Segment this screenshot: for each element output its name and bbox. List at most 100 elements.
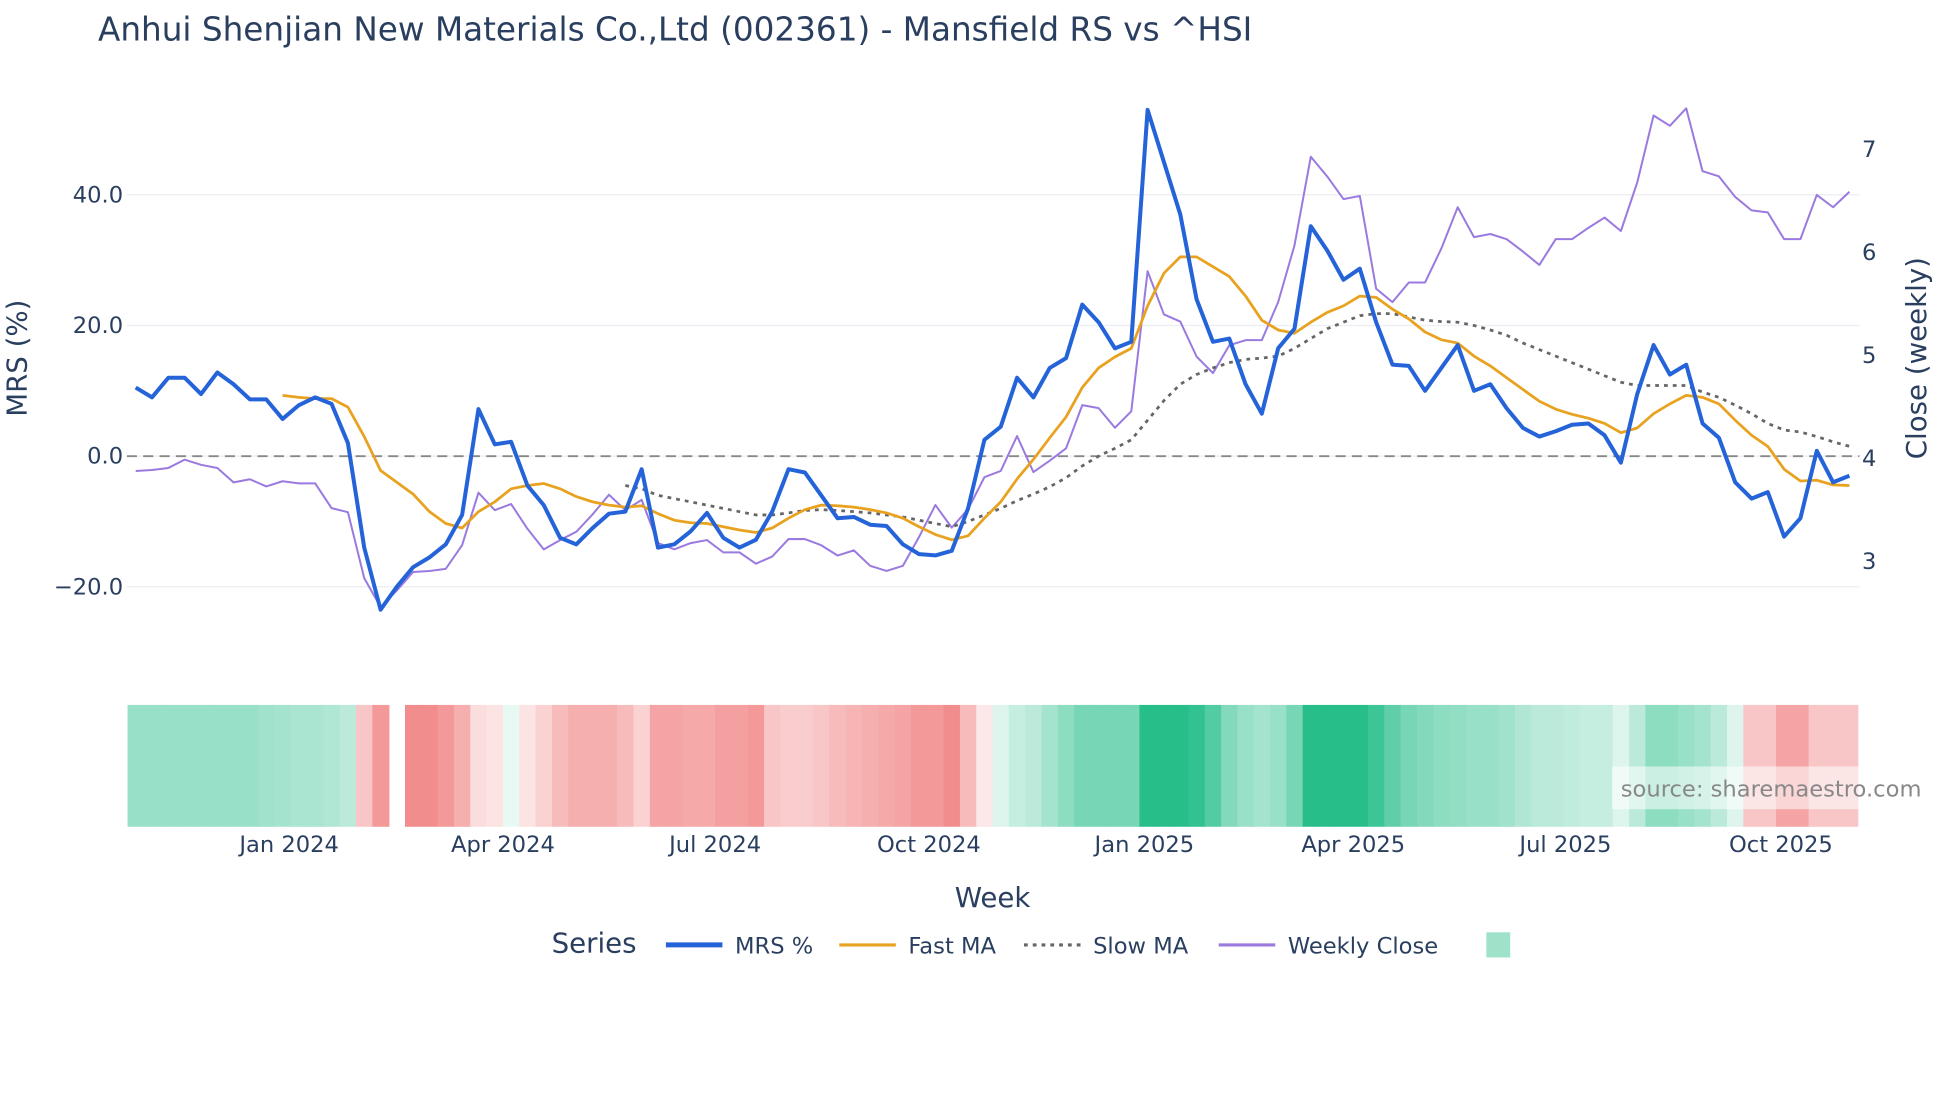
heatmap-cell [1286,704,1304,827]
heatmap-cell [421,704,439,827]
heatmap-cell [1416,704,1434,827]
x-tick-label: Jul 2025 [1517,832,1611,858]
heatmap-cell [1400,704,1418,827]
heatmap-cell [1139,704,1157,827]
heatmap-cell [323,704,341,827]
weekly-close-line [135,107,1851,609]
y-tick-label: −20.0 [54,574,123,600]
watermark: source: sharemaestro.com [1621,777,1922,803]
heatmap-cell [1351,704,1369,827]
heatmap-cell [209,704,227,827]
chart-title: Anhui Shenjian New Materials Co.,Ltd (00… [98,10,1252,48]
heatmap-cell [1580,704,1598,827]
heatmap-cell [372,704,390,827]
slow-ma-line [625,312,1850,529]
heatmap-cell [747,704,765,827]
heatmap-cell [1367,704,1386,827]
legend-item-label: Fast MA [908,934,996,960]
heatmap-cell [878,704,896,827]
heatmap-cell [356,704,374,827]
gridlines [126,194,1860,588]
heatmap-cell [910,704,929,827]
heatmap-cell [470,704,488,827]
heatmap-cell [633,704,651,827]
heatmap-cell [339,704,357,827]
heatmap-cell [649,704,667,827]
heatmap-cell [943,704,961,827]
heatmap-cell [959,704,977,827]
y2-tick-label: 3 [1862,549,1876,575]
heatmap-cell [258,704,276,827]
heatmap-cell [1008,704,1026,827]
heatmap-cell [1482,704,1500,827]
x-tick-label: Jan 2024 [237,832,339,858]
mrs-line [134,107,1851,612]
y2-tick-label: 4 [1862,446,1876,472]
heatmap-cell [845,704,863,827]
legend-item-label: Slow MA [1093,934,1189,960]
heatmap-cell [1253,704,1271,827]
heatmap-cell [1188,704,1206,827]
heatmap-cell [1270,704,1288,827]
heatmap-cell [225,704,243,827]
heatmap-cell [1531,704,1549,827]
heatmap-cell [715,704,733,827]
heatmap-cell [731,704,749,827]
heatmap-cell [1465,704,1483,827]
fast-ma-line [282,255,1850,542]
heatmap-cell [1221,704,1239,827]
heatmap-cell [1025,704,1043,827]
x-tick-label: Apr 2024 [451,832,555,858]
heatmap-cell [796,704,814,827]
heatmap-cell [1057,704,1075,827]
x-tick-label: Apr 2025 [1301,832,1405,858]
legend-item-label: Weekly Close [1288,934,1438,960]
heatmap-cell [829,704,847,827]
heatmap-cell [666,704,684,827]
heatmap-cell [1204,704,1222,827]
heatmap-cell [780,704,798,827]
heatmap-cell [584,704,602,827]
heatmap-cell [617,704,635,827]
heatmap-cell [1302,704,1320,827]
heatmap-cell [1433,704,1451,827]
heatmap-cell [861,704,880,827]
left-y-ticks: 40.0 20.0 0.0 −20.0 [54,182,123,600]
heatmap-cell [127,704,145,827]
heatmap-cell [1514,704,1532,827]
x-ticks: Jan 2024 Apr 2024 Jul 2024 Oct 2024 Jan 2025… [237,832,1832,858]
x-axis-title: Week [955,881,1031,914]
heatmap-cell [176,704,194,827]
heatmap-cell [976,704,994,827]
heatmap-cell [1547,704,1565,827]
heatmap-cell [1041,704,1059,827]
heatmap-cell [307,704,325,827]
y-tick-label: 40.0 [73,182,123,208]
heatmap-cell [160,704,178,827]
heatmap-cell [927,704,945,827]
heatmap-cell [486,704,504,827]
x-tick-label: Jul 2024 [667,832,761,858]
heatmap-cell [1318,704,1337,827]
heatmap-cell [453,704,472,827]
legend-heatmap-swatch [1486,932,1511,958]
heatmap-cell [1123,704,1141,827]
series-lines [126,107,1860,612]
heatmap-cell [698,704,716,827]
y-axis-title: MRS (%) [0,300,33,417]
x-tick-label: Jan 2025 [1093,832,1195,858]
heatmap-cell [143,704,161,827]
heatmap-cell [1106,704,1124,827]
y2-tick-label: 7 [1862,137,1876,163]
heatmap-cell [1449,704,1467,827]
right-y-ticks: 7 6 5 4 3 [1862,137,1876,575]
heatmap-cell [1335,704,1353,827]
heatmap-cell [1155,704,1173,827]
heatmap-cell [274,704,292,827]
x-tick-label: Oct 2024 [877,832,981,858]
heatmap-cell [992,704,1010,827]
y2-axis-title: Close (weekly) [1900,257,1933,459]
heatmap-cell [813,704,831,827]
heatmap-cell [1172,704,1190,827]
heatmap-cell [1237,704,1255,827]
